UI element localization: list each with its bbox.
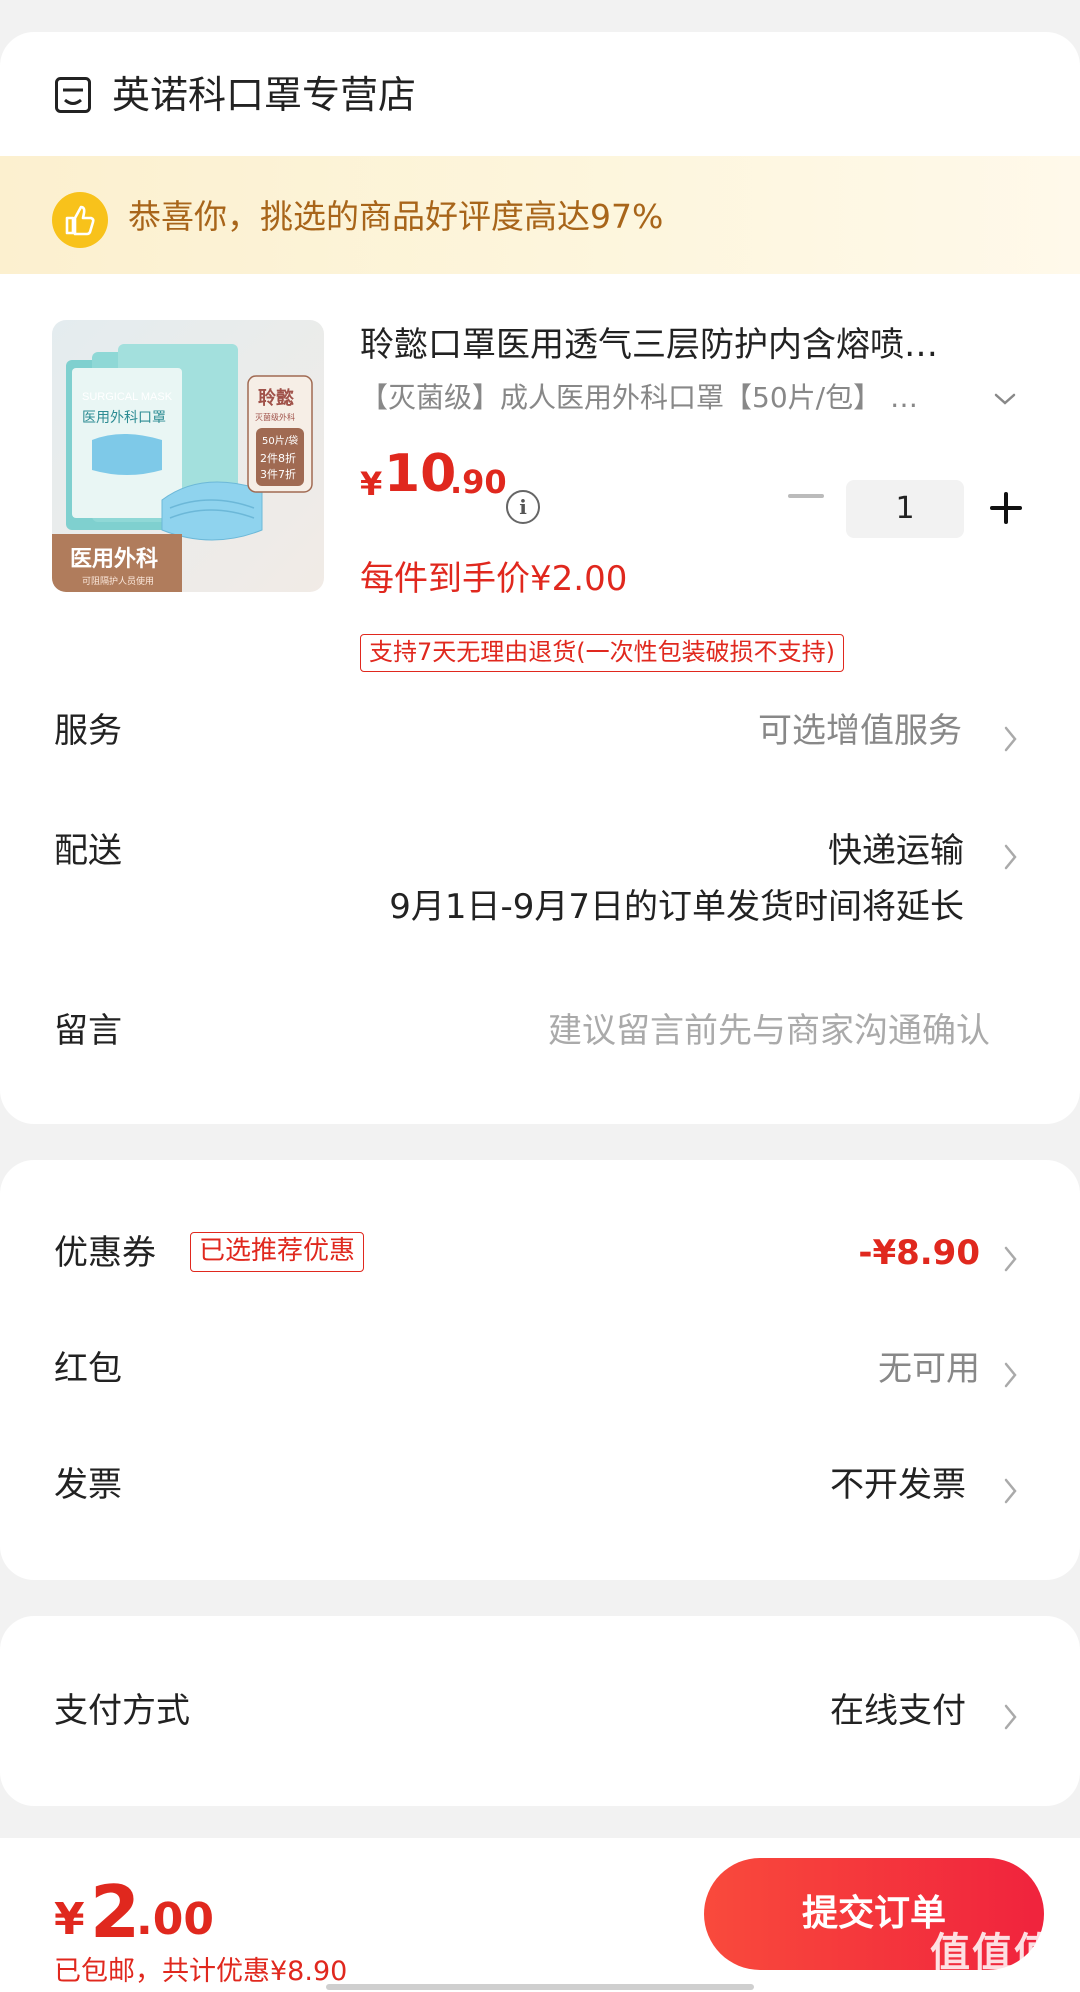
price-integer: 10	[384, 444, 457, 504]
service-value[interactable]: 可选增值服务	[758, 708, 962, 754]
product-image-bottom-label: 医用外科	[70, 546, 158, 572]
chevron-right-icon[interactable]	[998, 1358, 1022, 1392]
praise-banner: 恭喜你，挑选的商品好评度高达97%	[0, 156, 1080, 274]
chevron-right-icon[interactable]	[998, 840, 1022, 874]
banner-text: 恭喜你，挑选的商品好评度高达97%	[128, 197, 664, 236]
chevron-right-icon[interactable]	[998, 722, 1022, 756]
chevron-right-icon[interactable]	[998, 1474, 1022, 1508]
product-image[interactable]: SURGICAL MASK 医用外科口罩 聆懿 灭菌级外科 50片/袋 2件8折…	[52, 320, 324, 592]
payment-card: 支付方式 在线支付	[0, 1616, 1080, 1806]
quantity-decrease-button[interactable]	[788, 494, 824, 498]
product-image-badge-sub: 灭菌级外科	[255, 412, 295, 422]
order-items-card: 英诺科口罩专营店 恭喜你，挑选的商品好评度高达97% SURGICAL MASK…	[0, 32, 1080, 1124]
thumbs-up-icon	[52, 192, 108, 248]
coupon-value[interactable]: -¥8.90	[858, 1230, 980, 1276]
price-currency: ¥	[360, 465, 383, 503]
payment-label: 支付方式	[54, 1691, 190, 1731]
info-icon[interactable]: i	[506, 490, 540, 524]
discounts-card: 优惠券 已选推荐优惠 -¥8.90 红包 无可用 发票 不开发票	[0, 1160, 1080, 1580]
coupon-tag: 已选推荐优惠	[190, 1232, 365, 1272]
message-input[interactable]: 建议留言前先与商家沟通确认	[548, 1008, 990, 1054]
red-packet-label: 红包	[54, 1349, 122, 1389]
delivery-value[interactable]: 快递运输	[828, 828, 964, 874]
service-label: 服务	[54, 711, 122, 751]
return-policy-tag: 支持7天无理由退货(一次性包装破损不支持)	[360, 634, 844, 672]
product-image-en-text: SURGICAL MASK	[82, 391, 173, 403]
product-image-badge-brand: 聆懿	[258, 387, 294, 409]
quantity-input[interactable]: 1	[846, 480, 964, 538]
store-name[interactable]: 英诺科口罩专营店	[112, 70, 416, 120]
chevron-right-icon[interactable]	[998, 1700, 1022, 1734]
delivery-note: 9月1日-9月7日的订单发货时间将延长	[389, 887, 964, 927]
total-currency: ¥	[54, 1894, 85, 1945]
home-indicator[interactable]	[326, 1984, 754, 1990]
checkout-bar: ¥ 2 .00 已包邮，共计优惠¥8.90 提交订单 值值值 zhizhizhi…	[0, 1838, 1080, 1992]
quantity-increase-button[interactable]	[990, 492, 1022, 524]
message-label: 留言	[54, 1011, 122, 1051]
red-packet-value[interactable]: 无可用	[878, 1346, 980, 1392]
product-image-bottom-sub: 可阻隔护人员使用	[82, 575, 154, 587]
product-spec[interactable]: 【灭菌级】成人医用外科口罩【50片/包】 …	[360, 378, 918, 418]
total-decimal: .00	[136, 1894, 214, 1945]
price-decimal: .90	[450, 463, 507, 501]
chevron-down-icon[interactable]	[990, 384, 1020, 414]
store-icon	[55, 77, 91, 113]
product-image-badge-offer1: 2件8折	[260, 451, 296, 465]
watermark-url: zhizhizhi.com	[936, 1978, 1031, 1992]
product-image-cn-title: 医用外科口罩	[82, 410, 166, 426]
product-image-badge-offer2: 3件7折	[260, 467, 296, 481]
total-integer: 2	[90, 1870, 141, 1954]
chevron-right-icon[interactable]	[998, 1242, 1022, 1276]
invoice-value[interactable]: 不开发票	[830, 1462, 966, 1508]
invoice-label: 发票	[54, 1465, 122, 1505]
product-image-badge-pack: 50片/袋	[262, 434, 298, 447]
coupon-label: 优惠券	[54, 1233, 156, 1273]
product-title[interactable]: 聆懿口罩医用透气三层防护内含熔喷…	[360, 322, 938, 368]
deal-price: 每件到手价¥2.00	[360, 559, 628, 599]
watermark-logo: 值值值	[930, 1930, 1056, 1976]
total-note: 已包邮，共计优惠¥8.90	[54, 1956, 348, 1987]
delivery-label: 配送	[54, 831, 122, 871]
payment-value[interactable]: 在线支付	[830, 1688, 966, 1734]
